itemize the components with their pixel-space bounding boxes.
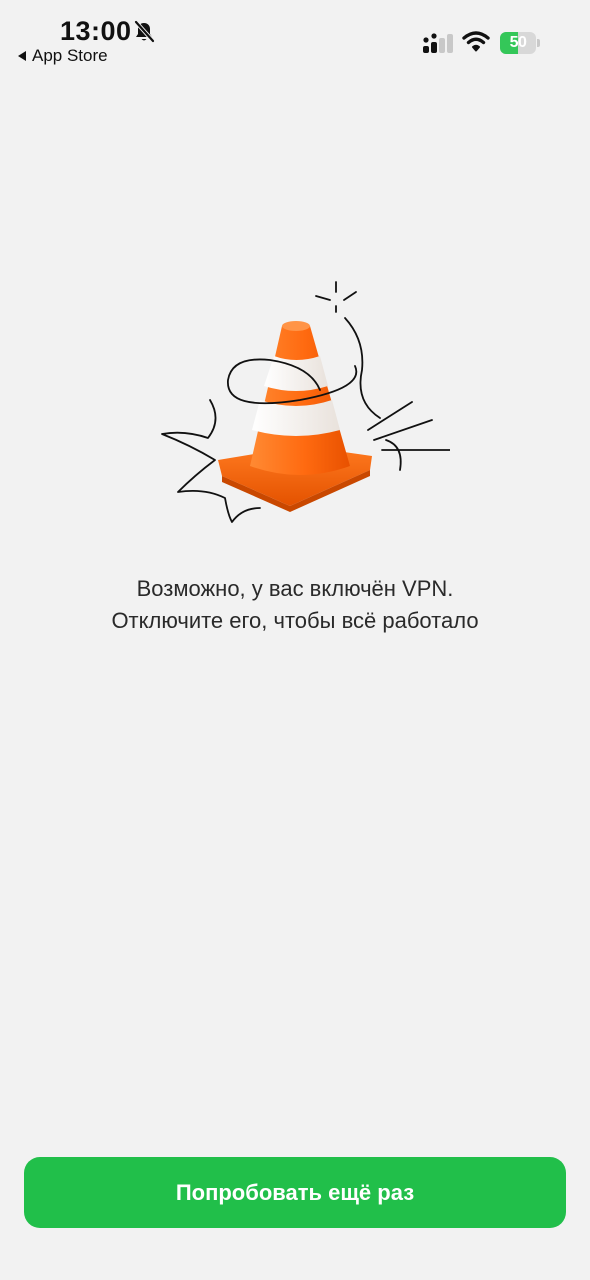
status-bar: 13:00 App Store 50 [0,0,590,80]
message-line-1: Возможно, у вас включён VPN. [136,576,454,601]
battery-icon: 50 [500,32,540,54]
status-time: 13:00 [60,16,132,46]
bell-slash-icon [134,20,155,43]
back-to-app-store-link[interactable]: App Store [18,46,108,66]
back-arrow-icon [18,51,26,61]
back-link-label: App Store [32,46,108,65]
vpn-warning-message: Возможно, у вас включён VPN. Отключите е… [0,573,590,637]
traffic-cone-icon [161,281,450,523]
retry-button[interactable]: Попробовать ещё раз [24,1157,566,1228]
message-line-2: Отключите его, чтобы всё работало [111,608,479,633]
wifi-icon [462,31,490,52]
battery-percent-label: 50 [509,34,527,51]
cellular-signal-icon [423,33,453,53]
